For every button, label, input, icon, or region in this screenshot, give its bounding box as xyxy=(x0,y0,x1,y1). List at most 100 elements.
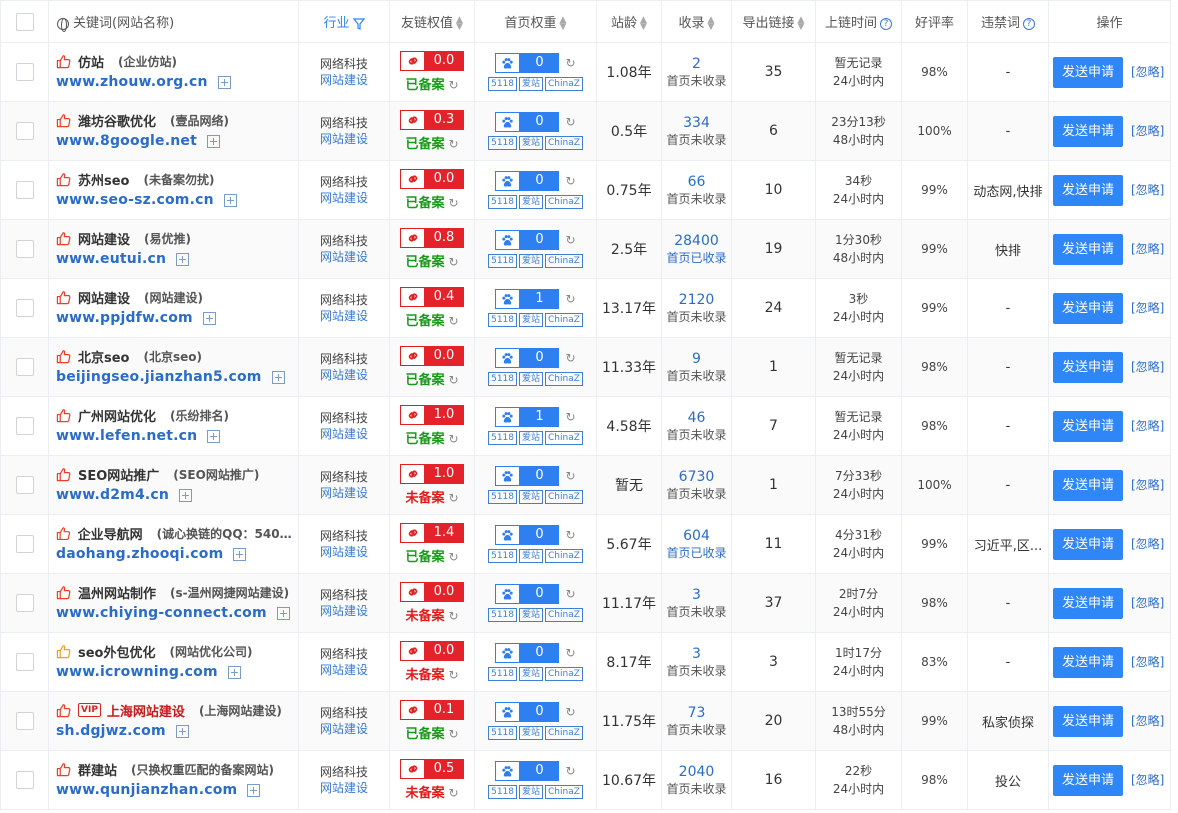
industry-secondary-link[interactable]: 网站建设 xyxy=(299,603,389,619)
industry-secondary-link[interactable]: 网站建设 xyxy=(299,544,389,560)
row-select-cell[interactable] xyxy=(0,337,49,397)
refresh-icon[interactable]: ↻ xyxy=(565,528,575,542)
tag-5118[interactable]: 5118 xyxy=(488,549,517,563)
tag-aizhan[interactable]: 爱站 xyxy=(519,726,544,740)
tag-aizhan[interactable]: 爱站 xyxy=(519,549,544,563)
ignore-link[interactable]: [忽略] xyxy=(1131,124,1164,138)
row-select-cell[interactable] xyxy=(0,219,49,279)
send-request-button[interactable]: 发送申请 xyxy=(1053,174,1123,206)
row-checkbox[interactable] xyxy=(15,358,34,376)
help-icon[interactable]: ? xyxy=(1023,17,1035,30)
header-home-weight[interactable]: 首页权重 ▲ ▼ xyxy=(474,0,597,43)
industry-secondary-link[interactable]: 网站建设 xyxy=(299,190,389,206)
refresh-icon[interactable]: ↻ xyxy=(565,115,575,129)
indexed-count-link[interactable]: 3 xyxy=(662,586,731,604)
site-keyword[interactable]: 温州网站制作 xyxy=(78,583,156,602)
tag-aizhan[interactable]: 爱站 xyxy=(519,136,544,150)
row-select-cell[interactable] xyxy=(0,396,49,456)
site-keyword[interactable]: SEO网站推广 xyxy=(78,465,159,484)
refresh-icon[interactable]: ↻ xyxy=(448,668,458,682)
send-request-button[interactable]: 发送申请 xyxy=(1053,115,1123,147)
tag-chinaz[interactable]: ChinaZ xyxy=(545,608,583,622)
header-out-links-label[interactable]: 导出链接 xyxy=(743,16,795,31)
ignore-link[interactable]: [忽略] xyxy=(1131,478,1164,492)
site-url-link[interactable]: beijingseo.jianzhan5.com xyxy=(56,369,262,385)
refresh-icon[interactable]: ↻ xyxy=(565,587,575,601)
send-request-button[interactable]: 发送申请 xyxy=(1053,351,1123,383)
row-select-cell[interactable] xyxy=(0,101,49,161)
indexed-count-link[interactable]: 66 xyxy=(662,173,731,191)
expand-icon[interactable] xyxy=(207,134,221,148)
ignore-link[interactable]: [忽略] xyxy=(1131,537,1164,551)
site-url-link[interactable]: www.qunjianzhan.com xyxy=(56,782,237,798)
site-url-link[interactable]: sh.dgjwz.com xyxy=(56,723,166,739)
send-request-button[interactable]: 发送申请 xyxy=(1053,469,1123,501)
tag-5118[interactable]: 5118 xyxy=(488,667,517,681)
site-keyword[interactable]: 企业导航网 xyxy=(78,524,143,543)
expand-icon[interactable] xyxy=(271,370,285,384)
industry-secondary-link[interactable]: 网站建设 xyxy=(299,308,389,324)
thumbs-up-icon[interactable] xyxy=(56,113,71,128)
expand-icon[interactable] xyxy=(223,193,237,207)
site-keyword[interactable]: 群建站 xyxy=(78,760,117,779)
expand-icon[interactable] xyxy=(175,724,189,738)
tag-aizhan[interactable]: 爱站 xyxy=(519,785,544,799)
indexed-count-link[interactable]: 9 xyxy=(662,350,731,368)
refresh-icon[interactable]: ↻ xyxy=(565,174,575,188)
sort-icon[interactable]: ▲ ▼ xyxy=(560,15,567,31)
refresh-icon[interactable]: ↻ xyxy=(565,233,575,247)
site-url-link[interactable]: www.ppjdfw.com xyxy=(56,310,193,326)
tag-chinaz[interactable]: ChinaZ xyxy=(545,726,583,740)
thumbs-up-icon[interactable] xyxy=(56,644,71,659)
tag-5118[interactable]: 5118 xyxy=(488,490,517,504)
row-checkbox[interactable] xyxy=(15,712,34,730)
tag-5118[interactable]: 5118 xyxy=(488,431,517,445)
thumbs-up-icon[interactable] xyxy=(56,290,71,305)
site-url-link[interactable]: www.8google.net xyxy=(56,133,197,149)
site-url-link[interactable]: www.chiying-connect.com xyxy=(56,605,267,621)
site-url-link[interactable]: www.seo-sz.com.cn xyxy=(56,192,214,208)
tag-chinaz[interactable]: ChinaZ xyxy=(545,313,583,327)
tag-5118[interactable]: 5118 xyxy=(488,254,517,268)
expand-icon[interactable] xyxy=(233,547,247,561)
refresh-icon[interactable]: ↻ xyxy=(448,432,458,446)
expand-icon[interactable] xyxy=(207,429,221,443)
header-indexed[interactable]: 收录 ▲ ▼ xyxy=(661,0,732,43)
sort-icon[interactable]: ▲ ▼ xyxy=(708,15,715,31)
tag-chinaz[interactable]: ChinaZ xyxy=(545,77,583,91)
tag-chinaz[interactable]: ChinaZ xyxy=(545,431,583,445)
site-url-link[interactable]: daohang.zhooqi.com xyxy=(56,546,223,562)
site-keyword[interactable]: seo外包优化 xyxy=(78,642,156,661)
refresh-icon[interactable]: ↻ xyxy=(565,469,575,483)
filter-icon[interactable] xyxy=(352,17,365,30)
refresh-icon[interactable]: ↻ xyxy=(448,373,458,387)
tag-5118[interactable]: 5118 xyxy=(488,608,517,622)
refresh-icon[interactable]: ↻ xyxy=(565,292,575,306)
send-request-button[interactable]: 发送申请 xyxy=(1053,528,1123,560)
tag-5118[interactable]: 5118 xyxy=(488,195,517,209)
row-checkbox[interactable] xyxy=(15,417,34,435)
tag-chinaz[interactable]: ChinaZ xyxy=(545,372,583,386)
refresh-icon[interactable]: ↻ xyxy=(448,550,458,564)
row-checkbox[interactable] xyxy=(15,653,34,671)
industry-secondary-link[interactable]: 网站建设 xyxy=(299,721,389,737)
row-checkbox[interactable] xyxy=(15,535,34,553)
site-url-link[interactable]: www.eutui.cn xyxy=(56,251,166,267)
send-request-button[interactable]: 发送申请 xyxy=(1053,410,1123,442)
refresh-icon[interactable]: ↻ xyxy=(448,786,458,800)
ignore-link[interactable]: [忽略] xyxy=(1131,360,1164,374)
tag-chinaz[interactable]: ChinaZ xyxy=(545,785,583,799)
header-indexed-label[interactable]: 收录 xyxy=(679,16,705,31)
tag-aizhan[interactable]: 爱站 xyxy=(519,490,544,504)
row-select-cell[interactable] xyxy=(0,573,49,633)
site-keyword[interactable]: 潍坊谷歌优化 xyxy=(78,111,156,130)
send-request-button[interactable]: 发送申请 xyxy=(1053,233,1123,265)
header-industry[interactable]: 行业 xyxy=(298,0,390,43)
select-all-checkbox[interactable] xyxy=(15,12,34,31)
header-out-links[interactable]: 导出链接 ▲ ▼ xyxy=(731,0,816,43)
site-keyword[interactable]: 上海网站建设 xyxy=(107,701,185,720)
refresh-icon[interactable]: ↻ xyxy=(448,727,458,741)
refresh-icon[interactable]: ↻ xyxy=(448,609,458,623)
refresh-icon[interactable]: ↻ xyxy=(565,764,575,778)
ignore-link[interactable]: [忽略] xyxy=(1131,773,1164,787)
